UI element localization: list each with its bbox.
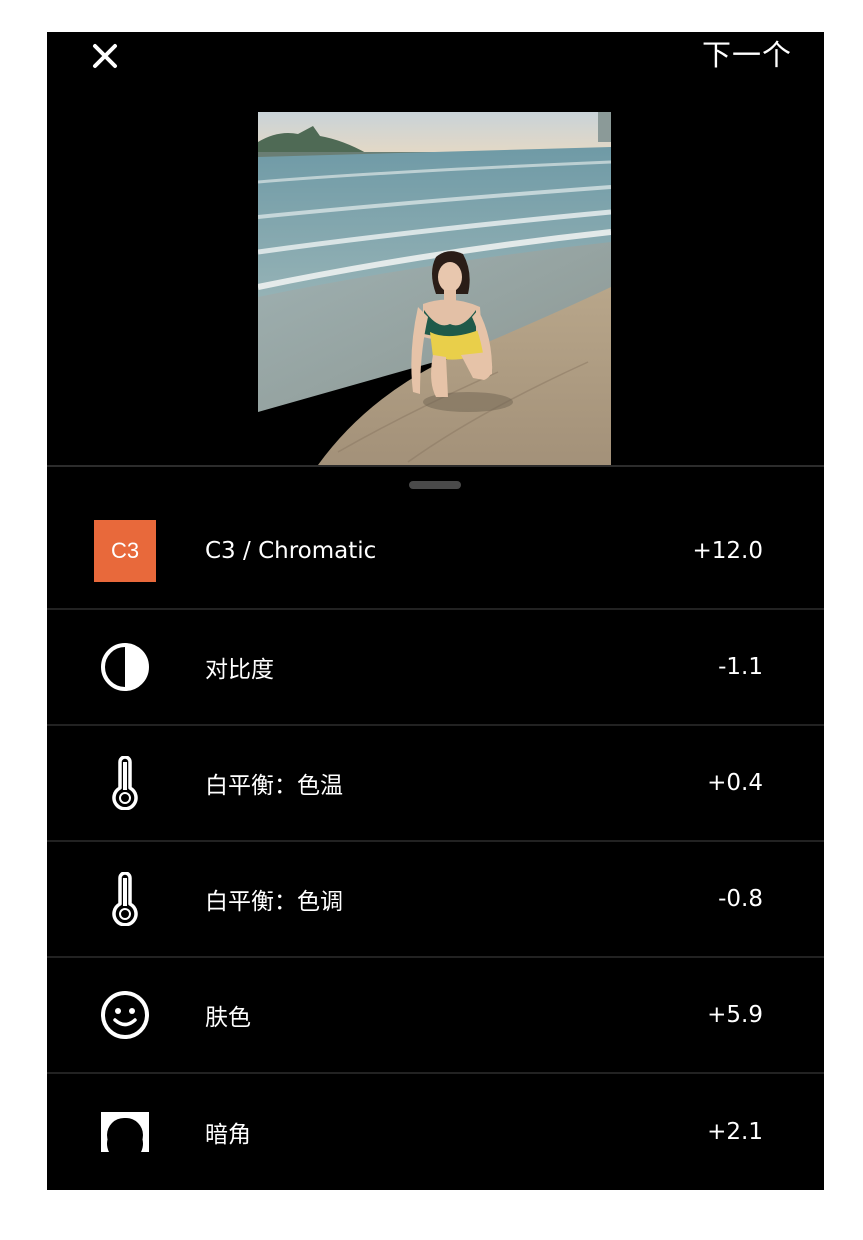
- photo-preview: [258, 112, 611, 465]
- adjustment-label: 肤色: [205, 1005, 251, 1031]
- adjustment-value: +12.0: [692, 538, 763, 564]
- adjustment-label: 对比度: [205, 657, 274, 683]
- next-button[interactable]: 下一个: [702, 36, 792, 74]
- adjustment-label: 白平衡：色温: [205, 773, 343, 799]
- smiley-face-icon: [94, 984, 156, 1046]
- adjustment-value: +2.1: [707, 1119, 763, 1145]
- adjustment-label: 白平衡：色调: [205, 889, 343, 915]
- adjustment-list: C3 C3 / Chromatic +12.0 对比度 -1.1 白平衡：色温 …: [47, 494, 824, 1190]
- adjustment-value: -0.8: [718, 886, 763, 912]
- contrast-icon: [94, 636, 156, 698]
- adjustment-row-vignette[interactable]: 暗角 +2.1: [47, 1074, 824, 1190]
- adjustment-row-white-balance-tint[interactable]: 白平衡：色调 -0.8: [47, 842, 824, 958]
- adjustment-value: -1.1: [718, 654, 763, 680]
- adjustment-row-white-balance-temperature[interactable]: 白平衡：色温 +0.4: [47, 726, 824, 842]
- vignette-icon: [94, 1101, 156, 1163]
- close-button[interactable]: [87, 38, 123, 74]
- editor-screen: 下一个 C3 C3 / Chromatic +12.0 对比度 -1.1 白平衡…: [47, 32, 824, 1190]
- thermometer-icon: [94, 752, 156, 814]
- c3-filter-badge-icon: C3: [94, 520, 156, 582]
- adjustment-label: C3 / Chromatic: [205, 538, 377, 564]
- adjustment-value: +0.4: [707, 770, 763, 796]
- adjustment-row-skin-tone[interactable]: 肤色 +5.9: [47, 958, 824, 1074]
- adjustment-value: +5.9: [707, 1002, 763, 1028]
- close-icon: [93, 44, 117, 68]
- adjustment-row-c3-chromatic[interactable]: C3 C3 / Chromatic +12.0: [47, 494, 824, 610]
- sheet-divider: [47, 465, 824, 467]
- adjustment-label: 暗角: [205, 1122, 251, 1148]
- thermometer-icon: [94, 868, 156, 930]
- beach-photo: [258, 112, 611, 465]
- sheet-drag-handle[interactable]: [409, 481, 461, 489]
- adjustment-row-contrast[interactable]: 对比度 -1.1: [47, 610, 824, 726]
- filter-badge: C3: [94, 520, 156, 582]
